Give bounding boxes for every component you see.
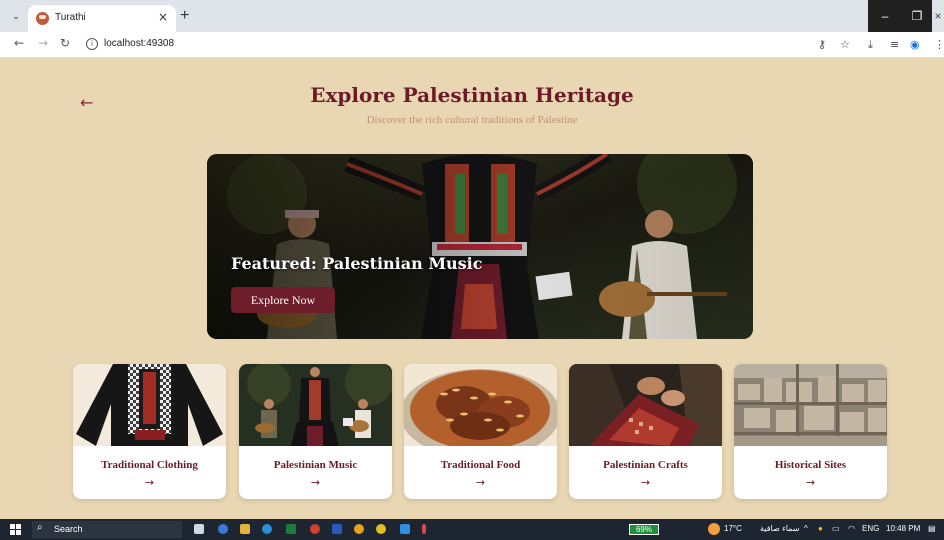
minimize-button[interactable]: – <box>868 0 902 32</box>
star-icon[interactable]: ☆ <box>840 38 850 51</box>
windows-taskbar: ⌕ Search 69% 17°C سماء صافية ^ ● ▭ ◠ ENG… <box>0 519 944 540</box>
close-window-button[interactable]: × <box>932 0 944 32</box>
search-icon: ⌕ <box>37 522 43 533</box>
category-cards: Traditional Clothing → Palestinian Music… <box>73 364 893 500</box>
back-icon[interactable]: ← <box>14 36 24 50</box>
vscode-icon[interactable] <box>400 524 410 534</box>
download-icon[interactable]: ⤓ <box>868 38 873 52</box>
heritage-page: ← Explore Palestinian Heritage Discover … <box>0 59 944 519</box>
card-palestinian-crafts[interactable]: Palestinian Crafts → <box>569 364 722 499</box>
browser-toolbar: ← → ↻ i localhost:49308 ⚷ ☆ ⤓ ≡ ◉ ⋮ <box>0 32 944 58</box>
weather-icon[interactable] <box>708 523 720 535</box>
weather-text: سماء صافية <box>760 524 800 533</box>
tab-title: Turathi <box>55 12 86 23</box>
arrow-right-icon: → <box>805 476 816 489</box>
arrow-right-icon: → <box>144 476 155 489</box>
profile-icon[interactable]: ◉ <box>910 38 920 51</box>
explore-now-button[interactable]: Explore Now <box>231 287 335 313</box>
chevron-up-icon[interactable]: ^ <box>804 524 808 533</box>
turathi-favicon-icon <box>36 12 49 25</box>
reload-icon[interactable]: ↻ <box>60 36 70 50</box>
card-traditional-food[interactable]: Traditional Food → <box>404 364 557 499</box>
app-icon[interactable] <box>218 524 228 534</box>
tray-app-icon[interactable]: ● <box>818 524 823 533</box>
forward-icon[interactable]: → <box>38 36 48 50</box>
card-label: Traditional Clothing <box>101 459 198 471</box>
palestinian-music-image <box>239 364 392 446</box>
task-view-icon[interactable] <box>194 524 204 534</box>
browser-tab[interactable]: Turathi × <box>28 5 176 32</box>
wifi-icon[interactable]: ◠ <box>848 524 855 533</box>
historical-sites-image <box>734 364 887 446</box>
palestinian-crafts-image <box>569 364 722 446</box>
arrow-right-icon: → <box>640 476 651 489</box>
info-icon[interactable]: i <box>86 38 98 50</box>
card-palestinian-music[interactable]: Palestinian Music → <box>239 364 392 499</box>
file-explorer-icon[interactable] <box>240 524 250 534</box>
app-icon[interactable] <box>310 524 320 534</box>
hero-title: Featured: Palestinian Music <box>231 254 483 273</box>
app-icon[interactable] <box>422 524 426 534</box>
language-indicator[interactable]: ENG <box>862 524 879 533</box>
network-icon[interactable]: ▭ <box>832 524 840 533</box>
taskbar-search-placeholder: Search <box>54 524 83 534</box>
card-label: Historical Sites <box>774 459 847 471</box>
maximize-button[interactable]: ❐ <box>900 0 934 32</box>
page-title: Explore Palestinian Heritage <box>310 83 634 107</box>
featured-banner[interactable]: Featured: Palestinian Music Explore Now <box>207 154 753 339</box>
clock-text[interactable]: 10:48 PM <box>886 524 920 533</box>
card-label: Palestinian Music <box>273 459 358 471</box>
temperature-text: 17°C <box>724 524 742 533</box>
close-tab-icon[interactable]: × <box>158 10 168 24</box>
windows-start-icon[interactable] <box>10 524 22 536</box>
new-tab-button[interactable]: + <box>180 7 189 25</box>
page-subtitle: Discover the rich cultural traditions of… <box>366 114 578 126</box>
taskbar-search[interactable]: ⌕ Search <box>32 521 182 538</box>
battery-indicator[interactable]: 69% <box>629 524 659 535</box>
arrow-right-icon: → <box>475 476 486 489</box>
browser-tab-bar: ⌄ Turathi × + – ❐ × <box>0 0 944 32</box>
card-label: Palestinian Crafts <box>603 459 688 471</box>
app-icon[interactable] <box>354 524 364 534</box>
tab-menu-icon[interactable]: ⌄ <box>8 9 24 25</box>
edge-icon[interactable] <box>262 524 272 534</box>
traditional-clothing-image <box>73 364 226 446</box>
card-label: Traditional Food <box>440 459 521 471</box>
chrome-icon[interactable] <box>376 524 386 534</box>
traditional-food-image <box>404 364 557 446</box>
card-historical-sites[interactable]: Historical Sites → <box>734 364 887 499</box>
address-bar[interactable]: i localhost:49308 <box>80 35 800 55</box>
notifications-icon[interactable]: ▤ <box>928 524 936 533</box>
card-traditional-clothing[interactable]: Traditional Clothing → <box>73 364 226 499</box>
url-text[interactable]: localhost:49308 <box>104 38 174 49</box>
word-icon[interactable] <box>332 524 342 534</box>
arrow-right-icon: → <box>310 476 321 489</box>
password-key-icon[interactable]: ⚷ <box>818 38 826 51</box>
excel-icon[interactable] <box>286 524 296 534</box>
more-icon[interactable]: ⋮ <box>934 38 944 51</box>
media-icon[interactable]: ≡ <box>890 38 899 51</box>
